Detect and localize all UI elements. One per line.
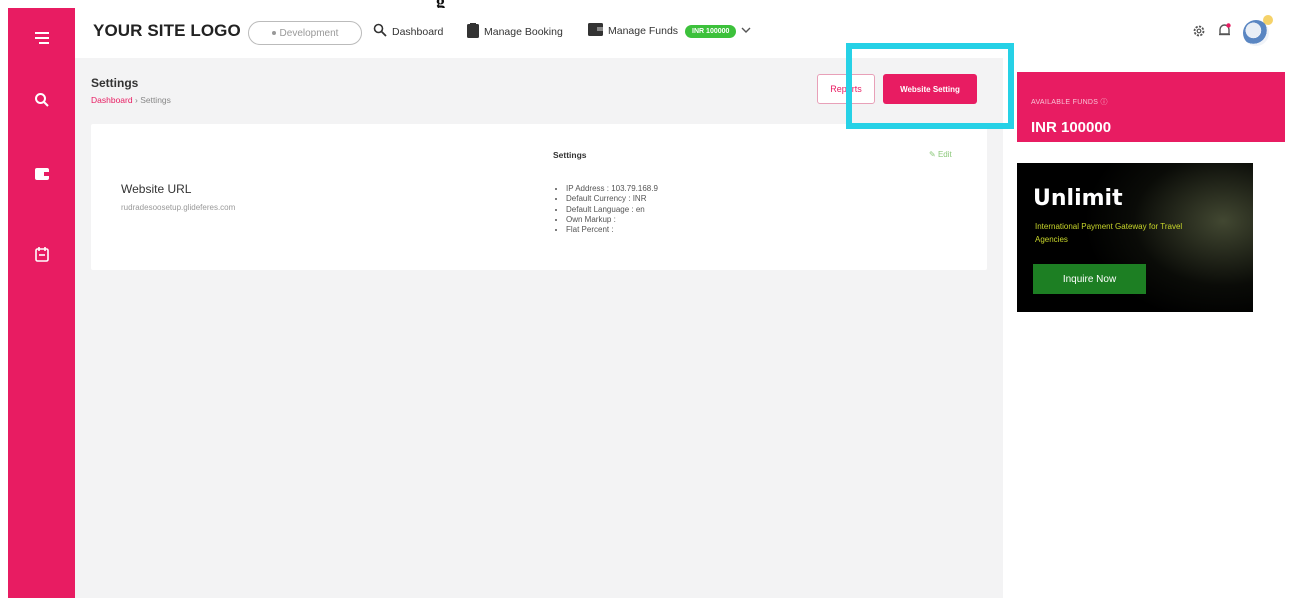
available-funds-label: AVAILABLE FUNDS ⓘ bbox=[1031, 99, 1108, 106]
sidebar-item-calendar[interactable] bbox=[8, 234, 75, 274]
search-icon bbox=[373, 23, 387, 40]
header-actions bbox=[1192, 15, 1273, 46]
nav-manage-funds-label: Manage Funds bbox=[608, 25, 679, 37]
nav-dashboard-label: Dashboard bbox=[392, 25, 444, 38]
notification-bell-icon[interactable] bbox=[1218, 23, 1231, 43]
menu-toggle-button[interactable] bbox=[8, 18, 75, 58]
list-item: Own Markup : bbox=[566, 215, 658, 225]
reports-button[interactable]: Reports bbox=[817, 74, 875, 104]
nav-manage-funds[interactable]: Manage Funds INR 100000 bbox=[588, 23, 751, 39]
edit-icon: ✎ bbox=[929, 150, 936, 159]
booking-icon bbox=[467, 23, 479, 41]
advertisement-banner[interactable]: Unlimit International Payment Gateway fo… bbox=[1017, 163, 1253, 312]
sidebar-item-wallet[interactable] bbox=[8, 154, 75, 194]
available-funds-card: AVAILABLE FUNDS ⓘ INR 100000 bbox=[1017, 72, 1285, 142]
calendar-icon bbox=[34, 246, 49, 262]
nav-manage-booking-label: Manage Booking bbox=[484, 26, 563, 38]
breadcrumb: Dashboard › Settings bbox=[91, 95, 171, 105]
sidebar bbox=[8, 8, 75, 598]
search-icon bbox=[34, 92, 50, 108]
sidebar-item-search[interactable] bbox=[8, 80, 75, 120]
status-dot-icon bbox=[271, 31, 276, 35]
right-panel: AVAILABLE FUNDS ⓘ INR 100000 Unlimit Int… bbox=[1003, 58, 1311, 342]
top-strip: g bbox=[0, 0, 1311, 11]
website-url-label: Website URL bbox=[121, 182, 192, 196]
breadcrumb-separator: › bbox=[134, 95, 138, 105]
menu-icon bbox=[34, 31, 50, 45]
nav-manage-booking[interactable]: Manage Booking bbox=[467, 23, 563, 41]
environment-label: Development bbox=[279, 27, 339, 39]
ad-tagline: International Payment Gateway for Travel… bbox=[1035, 222, 1183, 244]
website-url-value: rudradesoosetup.glideferes.com bbox=[121, 203, 236, 212]
available-funds-amount: INR 100000 bbox=[1031, 119, 1112, 136]
site-logo[interactable]: YOUR SITE LOGO bbox=[93, 21, 241, 41]
inquire-now-button[interactable]: Inquire Now bbox=[1033, 264, 1146, 294]
list-item: Default Currency : INR bbox=[566, 194, 658, 204]
info-icon[interactable]: ⓘ bbox=[1101, 99, 1108, 106]
list-item: IP Address : 103.79.168.9 bbox=[566, 184, 658, 194]
breadcrumb-home-link[interactable]: Dashboard bbox=[91, 95, 133, 105]
settings-section-title: Settings bbox=[553, 150, 587, 160]
breadcrumb-current: Settings bbox=[140, 95, 171, 105]
wallet-icon bbox=[588, 23, 603, 39]
settings-list: IP Address : 103.79.168.9 Default Curren… bbox=[566, 184, 658, 235]
funds-balance-badge: INR 100000 bbox=[685, 24, 737, 38]
list-item: Default Language : en bbox=[566, 205, 658, 215]
avatar-decoration bbox=[1263, 15, 1273, 25]
chevron-down-icon[interactable] bbox=[741, 25, 751, 37]
settings-card: Website URL rudradesoosetup.glideferes.c… bbox=[91, 124, 987, 270]
edit-link[interactable]: ✎ Edit bbox=[929, 150, 952, 159]
main-content: Settings Dashboard › Settings Reports We… bbox=[75, 58, 1003, 598]
ad-brand-logo: Unlimit bbox=[1033, 186, 1123, 211]
gear-icon[interactable] bbox=[1192, 24, 1206, 43]
list-item: Flat Percent : bbox=[566, 225, 658, 235]
page-title: Settings bbox=[91, 76, 139, 90]
wallet-icon bbox=[34, 167, 50, 181]
edit-label: Edit bbox=[937, 150, 952, 159]
top-header: YOUR SITE LOGO Development Dashboard Man… bbox=[75, 8, 1311, 58]
user-avatar[interactable] bbox=[1243, 15, 1273, 46]
environment-badge[interactable]: Development bbox=[248, 21, 362, 45]
nav-dashboard[interactable]: Dashboard bbox=[373, 23, 443, 40]
website-setting-button[interactable]: Website Setting bbox=[883, 74, 977, 104]
